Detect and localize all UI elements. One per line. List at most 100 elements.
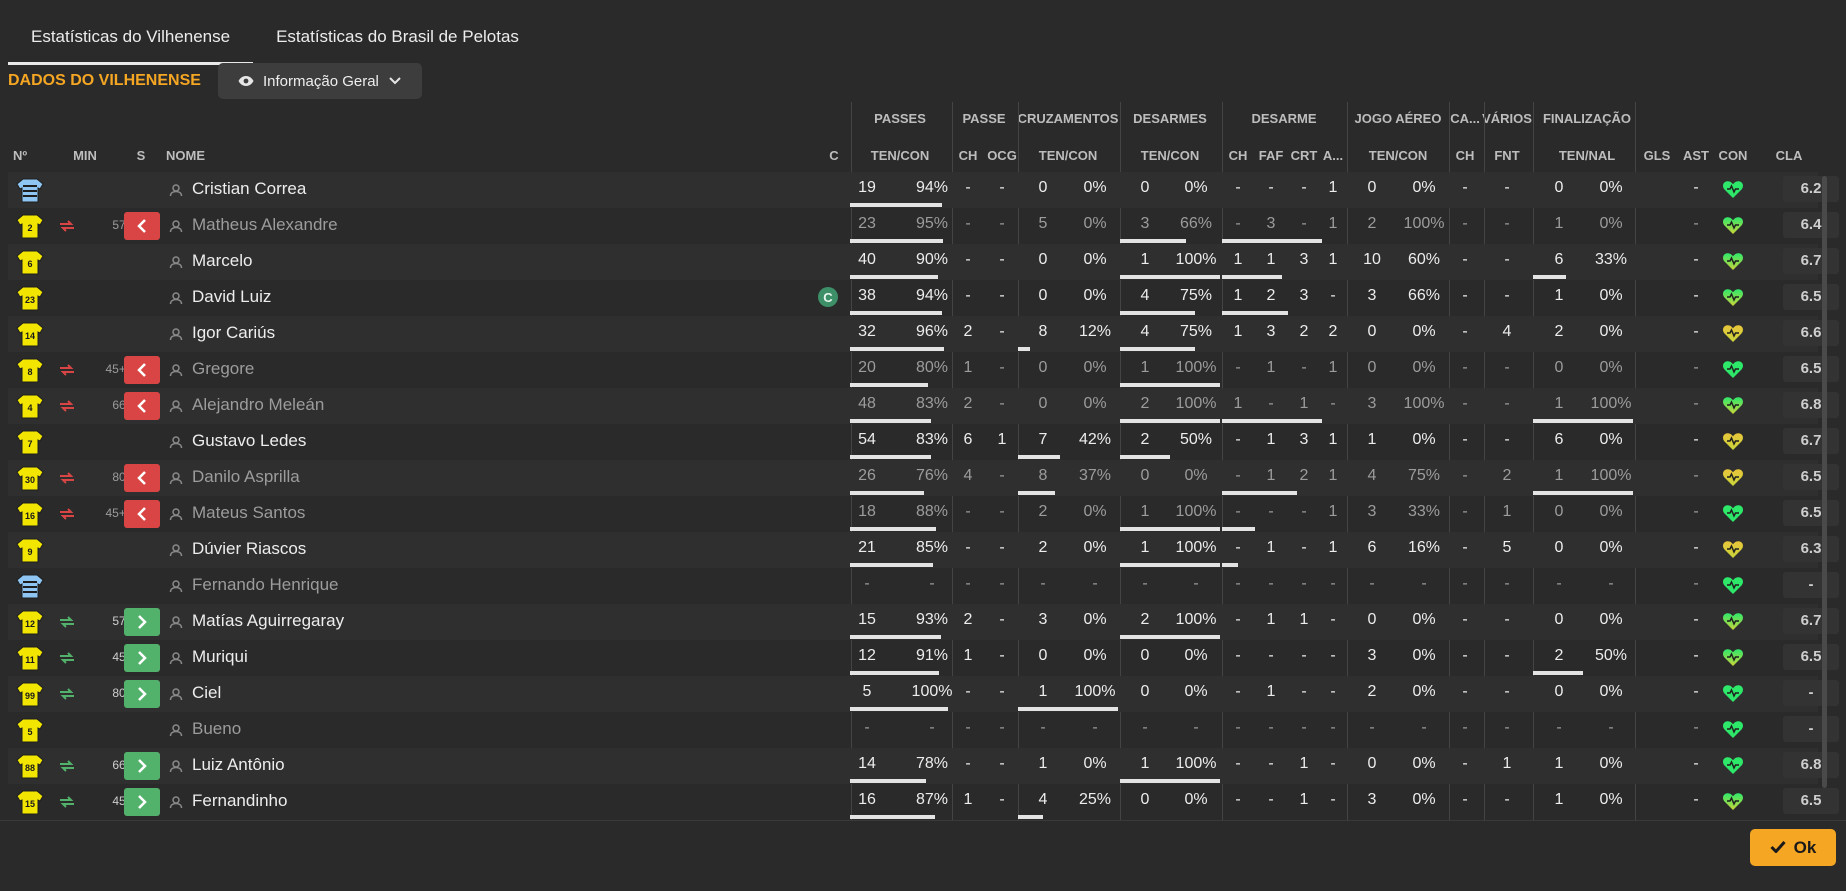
player-name[interactable]: David Luiz — [192, 287, 271, 307]
substitution-arrows-icon — [60, 364, 74, 376]
col-header-varios-fnt[interactable]: FNT — [1494, 148, 1519, 163]
substituted-on-button[interactable] — [124, 644, 160, 672]
stat-desarme-a: 1 — [1328, 179, 1338, 196]
table-row[interactable]: Fernando Henrique - - - - - - - - - - - - - - - - - - - - — [8, 568, 1839, 604]
player-name[interactable]: Mateus Santos — [192, 503, 305, 523]
player-name[interactable]: Igor Cariús — [192, 323, 275, 343]
col-header-passe-ocg[interactable]: OCG — [987, 148, 1017, 163]
stat-ast: - — [1693, 251, 1699, 268]
table-row[interactable]: 2 57 Matheus Alexandre 23 95% - -5 0% 3 66% -3-1… — [8, 208, 1839, 244]
stat-ca-ch: - — [1462, 431, 1468, 448]
stat-cruz-ten: 8 — [1038, 467, 1048, 484]
col-header-ast[interactable]: AST — [1683, 148, 1709, 163]
col-header-number[interactable]: Nº — [13, 148, 27, 163]
table-row[interactable]: 7 Gustavo Ledes 54 83% 6 1 7 42% 2 50% - 1 3 1 1 0% - - 6… — [8, 424, 1839, 460]
stat-finalizacao-pct: - — [1608, 575, 1614, 592]
player-name[interactable]: Fernando Henrique — [192, 575, 338, 595]
player-name[interactable]: Gregore — [192, 359, 254, 379]
substituted-on-button[interactable] — [124, 608, 160, 636]
player-name[interactable]: Alejandro Meleán — [192, 395, 324, 415]
tab-brasil-pelotas-stats[interactable]: Estatísticas do Brasil de Pelotas — [253, 14, 542, 62]
player-name[interactable]: Bueno — [192, 719, 241, 739]
table-row[interactable]: 15 45 Fernandinho 16 87% 1-4 25% 0 0% - -1-3 0% - -… — [8, 784, 1839, 820]
player-name[interactable]: Luiz Antônio — [192, 755, 285, 775]
stat-ast: - — [1693, 287, 1699, 304]
stat-desarme-crt: - — [1301, 683, 1307, 700]
player-name[interactable]: Matías Aguirregaray — [192, 611, 344, 631]
col-header-passes-ten-con[interactable]: TEN/CON — [871, 148, 930, 163]
stat-cruz-pct: 12% — [1078, 323, 1112, 340]
col-header-desarme-crt[interactable]: CRT — [1291, 148, 1318, 163]
tab-vilhenense-stats[interactable]: Estatísticas do Vilhenense — [8, 14, 254, 65]
stat-jogo-aereo-ten: - — [1369, 719, 1375, 736]
stat-desarmes-pct: 75% — [1179, 323, 1213, 340]
table-row[interactable]: 30 80 Danilo Asprilla 26 76% 4-8 37% 0 0% -1 2 1 4… — [8, 460, 1839, 496]
table-row[interactable]: 11 45 Muriqui 12 91% 1-0 0% 0 0% - - - -3 0% - -2 50% -… — [8, 640, 1839, 676]
table-row[interactable]: 8 45+3 Gregore 20 80% 1-0 0% 1 100% -1-1 0 0% - -0 0… — [8, 352, 1839, 388]
substituted-on-button[interactable] — [124, 680, 160, 708]
col-header-finalizacao-ten-nal[interactable]: TEN/NAL — [1559, 148, 1615, 163]
table-row[interactable]: 4 66 Alejandro Meleán 48 83% 2-0 0% 2 100% 1-1-… — [8, 388, 1839, 424]
substituted-on-button[interactable] — [124, 788, 160, 816]
substituted-off-button[interactable] — [124, 500, 160, 528]
player-name[interactable]: Ciel — [192, 683, 221, 703]
table-row[interactable]: Cristian Correa 19 94% - -0 0% 0 0% - - -1 0 0% - -0 0%… — [8, 172, 1839, 208]
player-name[interactable]: Danilo Asprilla — [192, 467, 300, 487]
stat-ca-ch: - — [1462, 755, 1468, 772]
stat-cruz-ten: 2 — [1038, 503, 1048, 520]
table-row[interactable]: 9 Dúvier Riascos 21 85% - -2 0% 1 100% -1-1 6 16% -… — [8, 532, 1839, 568]
stat-jogo-aereo-pct: 0% — [1412, 647, 1436, 664]
col-header-desarme-a[interactable]: A... — [1323, 148, 1343, 163]
player-name[interactable]: Marcelo — [192, 251, 252, 271]
col-header-con[interactable]: CON — [1719, 148, 1748, 163]
substituted-off-button[interactable] — [124, 212, 160, 240]
table-row[interactable]: 99 80 Ciel 5 100% - -1 100% 0 0% -1- -2 0% - -0 0% - - — [8, 676, 1839, 712]
player-name[interactable]: Matheus Alexandre — [192, 215, 338, 235]
ok-button[interactable]: Ok — [1750, 829, 1836, 866]
col-header-cla[interactable]: CLA — [1776, 148, 1803, 163]
col-header-gls[interactable]: GLS — [1644, 148, 1671, 163]
col-header-s[interactable]: S — [137, 148, 146, 163]
player-name[interactable]: Muriqui — [192, 647, 248, 667]
substitution-arrows-icon — [60, 760, 74, 772]
stat-finalizacao-ten: 1 — [1554, 395, 1564, 412]
col-header-desarmes-ten-con[interactable]: TEN/CON — [1141, 148, 1200, 163]
player-name[interactable]: Cristian Correa — [192, 179, 306, 199]
table-row[interactable]: 6 Marcelo 40 90% - -0 0% 1 100% 1 1 3 1 10 60% - -6 33% -… — [8, 244, 1839, 280]
stat-finalizacao-pct: - — [1608, 719, 1614, 736]
player-name[interactable]: Gustavo Ledes — [192, 431, 306, 451]
substituted-on-button[interactable] — [124, 752, 160, 780]
stat-desarmes-pct: 50% — [1179, 431, 1213, 448]
substituted-off-button[interactable] — [124, 464, 160, 492]
table-row[interactable]: 5 Bueno - - - - - - - - - - - - - - - - - - - - — [8, 712, 1839, 748]
table-row[interactable]: 23 David Luiz C 38 94% - -0 0% 4 75% 1 2 3-3 66% - -1 0… — [8, 280, 1839, 316]
table-scrollbar[interactable] — [1822, 176, 1827, 788]
stat-desarmes-ten: 1 — [1140, 251, 1150, 268]
substituted-off-button[interactable] — [124, 392, 160, 420]
col-header-min[interactable]: MIN — [73, 148, 97, 163]
col-header-jogo-aereo-ten-con[interactable]: TEN/CON — [1369, 148, 1428, 163]
col-header-desarme-ch[interactable]: CH — [1229, 148, 1248, 163]
person-icon — [169, 688, 183, 701]
stat-desarme-a: - — [1330, 683, 1336, 700]
player-name[interactable]: Dúvier Riascos — [192, 539, 306, 559]
view-selector-dropdown[interactable]: Informação Geral — [218, 63, 422, 99]
table-row[interactable]: 88 66 Luiz Antônio 14 78% - -1 0% 1 100% - -1-0 0%… — [8, 748, 1839, 784]
col-header-cruzamentos-ten-con[interactable]: TEN/CON — [1039, 148, 1098, 163]
stat-desarme-faf: - — [1268, 719, 1274, 736]
table-row[interactable]: 14 Igor Cariús 32 96% 2-8 12% 4 75% 1 3 2 2 0 0% -4 2 0… — [8, 316, 1839, 352]
col-header-desarme-faf[interactable]: FAF — [1259, 148, 1284, 163]
stat-cruz-ten: 0 — [1038, 359, 1048, 376]
table-row[interactable]: 12 57 Matías Aguirregaray 15 93% 2-3 0% 2 100%… — [8, 604, 1839, 640]
table-row[interactable]: 16 45+3 Mateus Santos 18 88% - -2 0% 1 100% - - -1… — [8, 496, 1839, 532]
col-header-passe-ch[interactable]: CH — [959, 148, 978, 163]
stat-cruz-ten: 0 — [1038, 287, 1048, 304]
col-header-nome[interactable]: NOME — [166, 148, 205, 163]
player-name[interactable]: Fernandinho — [192, 791, 287, 811]
stat-jogo-aereo-pct: 33% — [1407, 503, 1441, 520]
col-header-c[interactable]: C — [829, 148, 838, 163]
stat-finalizacao-pct: 100% — [1590, 395, 1632, 412]
substituted-off-button[interactable] — [124, 356, 160, 384]
condition-heart-icon — [1723, 397, 1743, 414]
col-header-ca-ch[interactable]: CH — [1456, 148, 1475, 163]
